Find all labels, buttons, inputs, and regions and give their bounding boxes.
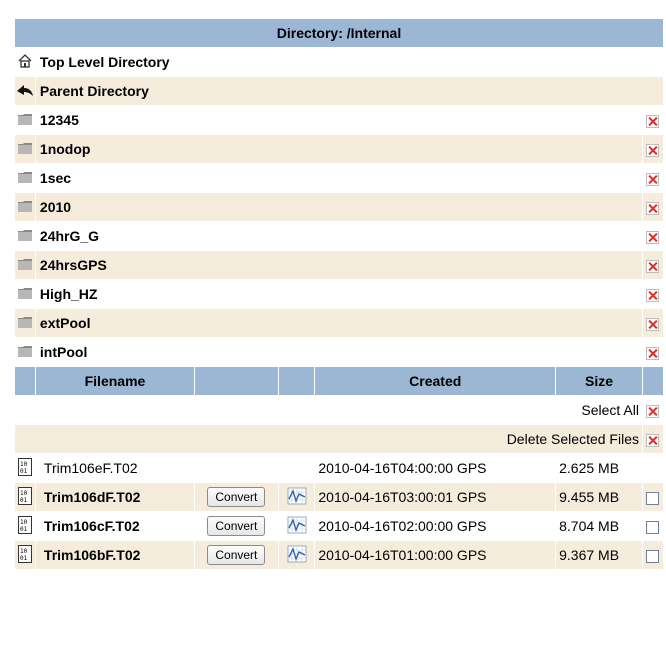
file-size: 2.625 MB bbox=[555, 453, 643, 483]
folder-icon bbox=[17, 229, 32, 241]
folder-row[interactable]: 12345 bbox=[14, 105, 665, 135]
file-select-checkbox[interactable] bbox=[646, 520, 660, 534]
file-name[interactable]: Trim106bF.T02 bbox=[34, 540, 196, 570]
delete-icon[interactable] bbox=[646, 114, 660, 128]
folder-name[interactable]: 12345 bbox=[34, 105, 643, 135]
binary-file-icon: 1001 bbox=[17, 544, 32, 563]
column-filename: Filename bbox=[34, 366, 196, 396]
parent-directory-row[interactable]: Parent Directory bbox=[14, 76, 665, 106]
file-row: 10 01 Trim106eF.T02 2010-04-16T04:00:00 G… bbox=[14, 453, 665, 483]
plot-icon[interactable] bbox=[287, 516, 307, 534]
select-all-row: Select All bbox=[14, 395, 665, 425]
folder-row[interactable]: 1sec bbox=[14, 163, 665, 193]
binary-file-icon: 1001 bbox=[17, 457, 32, 476]
top-level-row[interactable]: Top Level Directory bbox=[14, 47, 665, 77]
folder-name[interactable]: High_HZ bbox=[34, 279, 643, 309]
folder-name[interactable]: extPool bbox=[34, 308, 643, 338]
select-all-delete-icon[interactable] bbox=[646, 404, 660, 418]
file-name[interactable]: Trim106cF.T02 bbox=[34, 511, 196, 541]
folder-name[interactable]: 24hrG_G bbox=[34, 221, 643, 251]
select-all-label: Select All bbox=[14, 395, 643, 425]
file-columns-header: Filename Created Size bbox=[14, 366, 665, 396]
file-row: 10 01 Trim106bF.T02 Convert 2010-04-16T01… bbox=[14, 540, 665, 570]
file-name[interactable]: Trim106eF.T02 bbox=[34, 453, 196, 483]
file-select-checkbox[interactable] bbox=[646, 549, 660, 563]
folder-name[interactable]: 2010 bbox=[34, 192, 643, 222]
svg-text:01: 01 bbox=[20, 468, 28, 475]
svg-text:10: 10 bbox=[20, 490, 28, 497]
convert-button[interactable]: Convert bbox=[207, 487, 266, 507]
delete-selected-label: Delete Selected Files bbox=[14, 424, 643, 454]
folder-row[interactable]: intPool bbox=[14, 337, 665, 367]
file-created: 2010-04-16T01:00:00 GPS bbox=[314, 540, 557, 570]
folder-name[interactable]: intPool bbox=[34, 337, 643, 367]
plot-icon[interactable] bbox=[287, 487, 307, 505]
svg-text:01: 01 bbox=[20, 526, 28, 533]
delete-selected-row: Delete Selected Files bbox=[14, 424, 665, 454]
folder-icon bbox=[17, 287, 32, 299]
delete-icon[interactable] bbox=[646, 317, 660, 331]
delete-icon[interactable] bbox=[646, 172, 660, 186]
file-created: 2010-04-16T02:00:00 GPS bbox=[314, 511, 557, 541]
delete-icon[interactable] bbox=[646, 201, 660, 215]
binary-file-icon: 1001 bbox=[17, 486, 32, 505]
svg-text:01: 01 bbox=[20, 497, 28, 504]
folder-row[interactable]: 1nodop bbox=[14, 134, 665, 164]
file-row: 10 01 Trim106dF.T02 Convert 2010-04-16T03… bbox=[14, 482, 665, 512]
column-created: Created bbox=[314, 366, 557, 396]
folder-icon bbox=[17, 345, 32, 357]
delete-icon[interactable] bbox=[646, 230, 660, 244]
folder-icon bbox=[17, 258, 32, 270]
back-arrow-icon bbox=[16, 84, 33, 96]
svg-text:10: 10 bbox=[20, 519, 28, 526]
svg-text:10: 10 bbox=[20, 548, 28, 555]
folder-icon bbox=[17, 171, 32, 183]
file-size: 8.704 MB bbox=[555, 511, 643, 541]
column-size: Size bbox=[555, 366, 643, 396]
parent-directory-link[interactable]: Parent Directory bbox=[34, 76, 665, 106]
folder-row[interactable]: extPool bbox=[14, 308, 665, 338]
file-created: 2010-04-16T04:00:00 GPS bbox=[314, 453, 557, 483]
folder-icon bbox=[17, 200, 32, 212]
binary-file-icon: 1001 bbox=[17, 515, 32, 534]
file-created: 2010-04-16T03:00:01 GPS bbox=[314, 482, 557, 512]
file-size: 9.367 MB bbox=[555, 540, 643, 570]
folder-row[interactable]: High_HZ bbox=[14, 279, 665, 309]
folder-row[interactable]: 24hrsGPS bbox=[14, 250, 665, 280]
folder-name[interactable]: 1sec bbox=[34, 163, 643, 193]
top-level-directory-link[interactable]: Top Level Directory bbox=[34, 47, 665, 77]
folder-icon bbox=[17, 142, 32, 154]
directory-table: Directory: /Internal Top Level Directory… bbox=[14, 18, 665, 570]
folder-row[interactable]: 24hrG_G bbox=[14, 221, 665, 251]
file-row: 10 01 Trim106cF.T02 Convert 2010-04-16T02… bbox=[14, 511, 665, 541]
folder-name[interactable]: 24hrsGPS bbox=[34, 250, 643, 280]
delete-icon[interactable] bbox=[646, 259, 660, 273]
folder-name[interactable]: 1nodop bbox=[34, 134, 643, 164]
delete-icon[interactable] bbox=[646, 346, 660, 360]
convert-button[interactable]: Convert bbox=[207, 516, 266, 536]
home-icon bbox=[18, 53, 32, 68]
delete-icon[interactable] bbox=[646, 288, 660, 302]
folder-icon bbox=[17, 113, 32, 125]
delete-icon[interactable] bbox=[646, 143, 660, 157]
svg-text:10: 10 bbox=[20, 461, 28, 468]
convert-button[interactable]: Convert bbox=[207, 545, 266, 565]
svg-text:01: 01 bbox=[20, 555, 28, 562]
plot-icon[interactable] bbox=[287, 545, 307, 563]
file-name[interactable]: Trim106dF.T02 bbox=[34, 482, 196, 512]
directory-title: Directory: /Internal bbox=[14, 18, 664, 48]
delete-selected-icon[interactable] bbox=[646, 433, 660, 447]
file-select-checkbox[interactable] bbox=[646, 491, 660, 505]
folder-icon bbox=[17, 316, 32, 328]
file-size: 9.455 MB bbox=[555, 482, 643, 512]
folder-row[interactable]: 2010 bbox=[14, 192, 665, 222]
